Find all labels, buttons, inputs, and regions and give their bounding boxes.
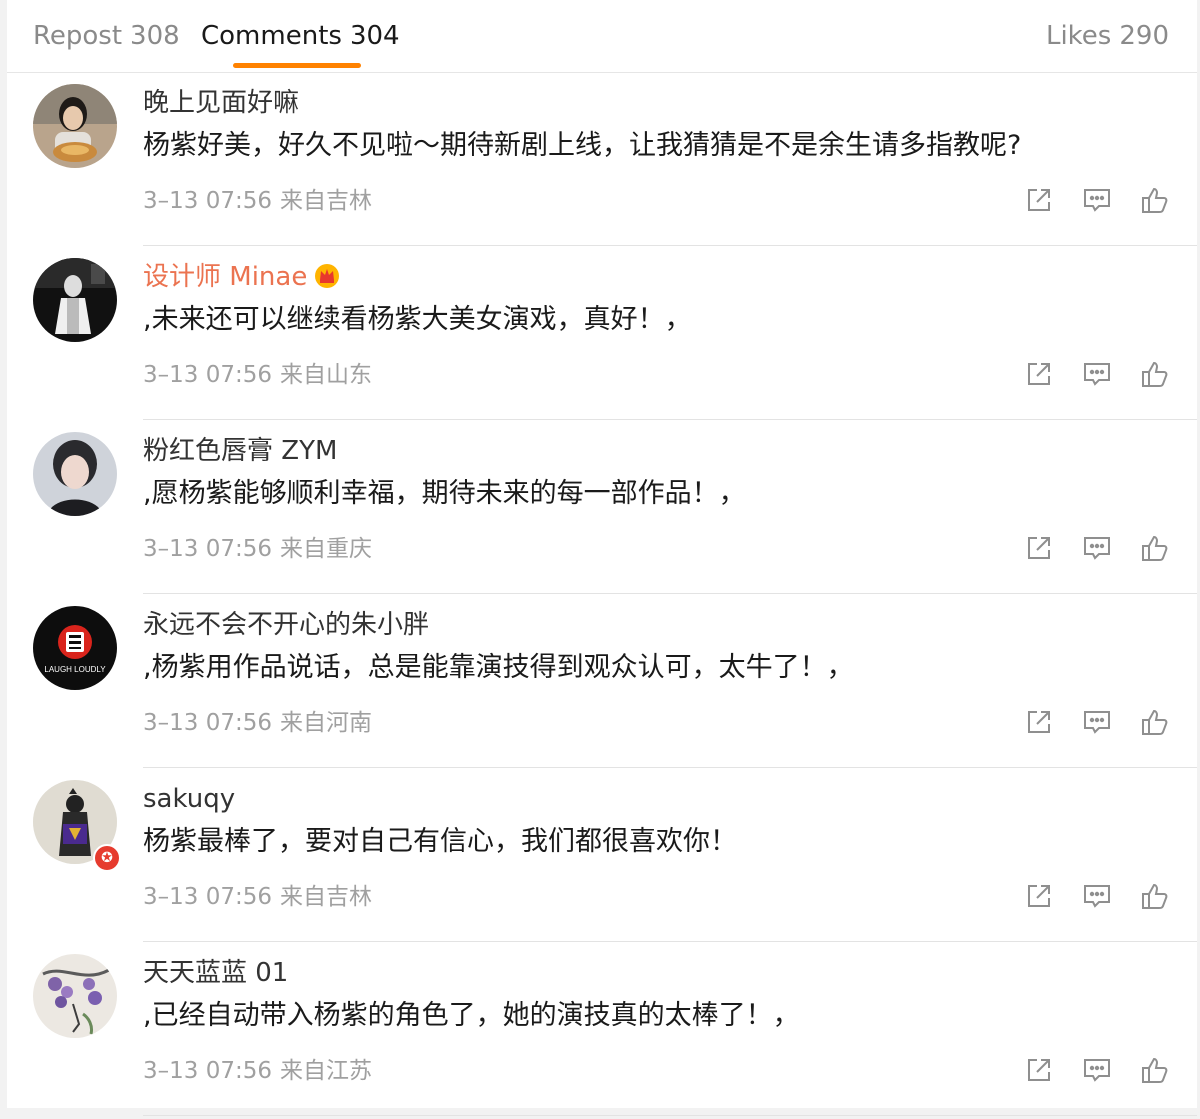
comment-time: 3–13 07:56: [143, 362, 272, 388]
comment-text: ,杨紫用作品说话，总是能靠演技得到观众认可，太牛了！，: [143, 652, 854, 683]
comment-item: 晚上见面好嘛 杨紫好美，好久不见啦～期待新剧上线，让我猜猜是不是余生请多指教呢?…: [7, 72, 1197, 246]
username[interactable]: 永远不会不开心的朱小胖: [143, 608, 429, 642]
comment-text: 杨紫好美，好久不见啦～期待新剧上线，让我猜猜是不是余生请多指教呢?: [143, 130, 1022, 161]
avatar[interactable]: [33, 84, 117, 168]
like-button[interactable]: [1139, 1054, 1171, 1086]
avatar[interactable]: [33, 432, 117, 516]
comment-icon: [1084, 885, 1110, 908]
share-icon: [1028, 189, 1050, 211]
username[interactable]: 天天蓝蓝 01: [143, 956, 288, 990]
like-icon: [1142, 535, 1168, 561]
comment-meta: 3–13 07:56 来自江苏: [143, 1056, 372, 1086]
reply-button[interactable]: [1081, 706, 1113, 738]
comment-icon: [1084, 189, 1110, 212]
like-button[interactable]: [1139, 532, 1171, 564]
tab-bar: Repost 308 Comments 304 Likes 290: [7, 0, 1197, 73]
comment-meta: 3–13 07:56 来自河南: [143, 708, 372, 738]
comment-time: 3–13 07:56: [143, 884, 272, 910]
share-button[interactable]: [1023, 1054, 1055, 1086]
username[interactable]: 设计师 Minae: [143, 260, 341, 297]
comment-icon: [1084, 363, 1110, 386]
reply-button[interactable]: [1081, 880, 1113, 912]
comment-meta: 3–13 07:56 来自重庆: [143, 534, 372, 564]
avatar[interactable]: LAUGH LOUDLY: [33, 606, 117, 690]
comment-source: 来自江苏: [280, 1058, 372, 1084]
like-button[interactable]: [1139, 706, 1171, 738]
comments-panel: Repost 308 Comments 304 Likes 290 晚上见面好嘛 杨紫…: [7, 0, 1197, 1116]
comment-time: 3–13 07:56: [143, 188, 272, 214]
tab-repost-count: 308: [130, 21, 180, 51]
share-icon: [1028, 363, 1050, 385]
comment-item: 天天蓝蓝 01 ,已经自动带入杨紫的角色了，她的演技真的太棒了！， 3–13 0…: [7, 942, 1197, 1116]
comment-item: LAUGH LOUDLY 永远不会不开心的朱小胖 ,杨紫用作品说话，总是能靠演技…: [7, 594, 1197, 768]
comment-text: ,已经自动带入杨紫的角色了，她的演技真的太棒了！，: [143, 1000, 800, 1031]
comment-meta: 3–13 07:56 来自山东: [143, 360, 372, 390]
comment-meta: 3–13 07:56 来自吉林: [143, 186, 372, 216]
username[interactable]: 晚上见面好嘛: [143, 86, 299, 120]
tab-comments[interactable]: Comments 304: [201, 20, 400, 52]
comment-source: 来自河南: [280, 710, 372, 736]
like-icon: [1142, 1057, 1168, 1083]
username[interactable]: 粉红色唇膏 ZYM: [143, 434, 337, 468]
comment-source: 来自吉林: [280, 188, 372, 214]
comment-text: 杨紫最棒了，要对自己有信心，我们都很喜欢你！: [143, 826, 737, 857]
like-button[interactable]: [1139, 880, 1171, 912]
like-icon: [1142, 883, 1168, 909]
crown-icon: [313, 262, 341, 297]
share-button[interactable]: [1023, 532, 1055, 564]
comment-source: 来自重庆: [280, 536, 372, 562]
tab-repost-label: Repost: [33, 21, 123, 51]
like-icon: [1142, 187, 1168, 213]
username[interactable]: sakuqy: [143, 782, 235, 816]
avatar[interactable]: [33, 258, 117, 342]
avatar-brand-text: LAUGH LOUDLY: [44, 665, 106, 674]
share-button[interactable]: [1023, 880, 1055, 912]
comment-item: ✪ sakuqy 杨紫最棒了，要对自己有信心，我们都很喜欢你！ 3–13 07:…: [7, 768, 1197, 942]
tab-likes-label: Likes: [1045, 21, 1112, 51]
comment-time: 3–13 07:56: [143, 710, 272, 736]
tab-comments-label: Comments: [201, 21, 342, 51]
comment-icon: [1084, 537, 1110, 560]
comment-icon: [1084, 1059, 1110, 1082]
share-icon: [1028, 1059, 1050, 1081]
avatar[interactable]: [33, 954, 117, 1038]
reply-button[interactable]: [1081, 532, 1113, 564]
divider: [143, 1115, 1197, 1116]
share-icon: [1028, 711, 1050, 733]
tab-repost[interactable]: Repost 308: [33, 20, 180, 52]
comment-text: ,愿杨紫能够顺利幸福，期待未来的每一部作品！，: [143, 478, 746, 509]
tab-comments-count: 304: [349, 21, 400, 51]
comment-source: 来自吉林: [280, 884, 372, 910]
comment-source: 来自山东: [280, 362, 372, 388]
comment-text: ,未来还可以继续看杨紫大美女演戏，真好！，: [143, 304, 692, 335]
comment-item: 粉红色唇膏 ZYM ,愿杨紫能够顺利幸福，期待未来的每一部作品！， 3–13 0…: [7, 420, 1197, 594]
like-button[interactable]: [1139, 184, 1171, 216]
share-icon: [1028, 885, 1050, 907]
comment-item: 设计师 Minae ,未来还可以继续看杨紫大美女演戏，真好！， 3–13 07:…: [7, 246, 1197, 420]
like-icon: [1142, 709, 1168, 735]
like-button[interactable]: [1139, 358, 1171, 390]
comment-icon: [1084, 711, 1110, 734]
tab-likes-count: 290: [1119, 21, 1169, 51]
comment-meta: 3–13 07:56 来自吉林: [143, 882, 372, 912]
username-text: 设计师 Minae: [143, 262, 308, 292]
like-icon: [1142, 361, 1168, 387]
verified-badge-icon: ✪: [93, 844, 121, 872]
share-button[interactable]: [1023, 184, 1055, 216]
reply-button[interactable]: [1081, 358, 1113, 390]
share-button[interactable]: [1023, 706, 1055, 738]
active-tab-indicator: [233, 63, 361, 68]
comment-time: 3–13 07:56: [143, 536, 272, 562]
comment-time: 3–13 07:56: [143, 1058, 272, 1084]
share-icon: [1028, 537, 1050, 559]
reply-button[interactable]: [1081, 1054, 1113, 1086]
reply-button[interactable]: [1081, 184, 1113, 216]
share-button[interactable]: [1023, 358, 1055, 390]
tab-likes[interactable]: Likes 290: [1046, 20, 1169, 52]
